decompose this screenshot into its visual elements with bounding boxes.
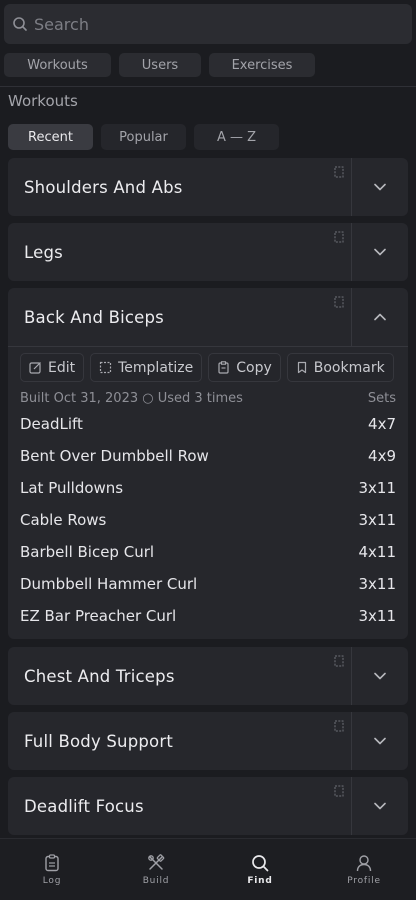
chevron-down-icon — [374, 672, 386, 680]
copy-label: Copy — [236, 359, 272, 376]
workout-title: Legs — [24, 242, 63, 262]
exercise-name: Barbell Bicep Curl — [20, 543, 155, 561]
tab-a-z[interactable]: A — Z — [194, 124, 279, 150]
workout-title: Back And Biceps — [24, 307, 164, 327]
workout-title: Deadlift Focus — [24, 796, 144, 816]
workout-card[interactable]: Legs — [8, 223, 408, 281]
exercise-name: DeadLift — [20, 415, 83, 433]
exercise-sets: 3x11 — [358, 511, 396, 529]
bookmark-label: Bookmark — [313, 359, 385, 376]
bookmark-icon[interactable] — [334, 655, 344, 667]
bookmark-icon[interactable] — [334, 166, 344, 178]
chevron-down-icon — [374, 248, 386, 256]
expand-button[interactable] — [351, 223, 408, 281]
tab-popular[interactable]: Popular — [101, 124, 186, 150]
search-input[interactable] — [34, 14, 394, 34]
workout-actions: Edit Templatize Copy Bookmark — [8, 347, 408, 382]
exercise-sets: 4x11 — [358, 543, 396, 561]
workout-meta: Built Oct 31, 2023 ○ Used 3 times Sets — [8, 382, 408, 406]
section-title: Workouts — [8, 92, 78, 110]
edit-button[interactable]: Edit — [20, 353, 85, 382]
nav-log[interactable]: Log — [0, 839, 104, 900]
bookmark-icon[interactable] — [334, 720, 344, 732]
templatize-button[interactable]: Templatize — [90, 353, 203, 382]
exercise-row[interactable]: Dumbbell Hammer Curl 3x11 — [8, 568, 408, 600]
exercise-name: Lat Pulldowns — [20, 479, 124, 497]
exercise-sets: 4x7 — [368, 415, 396, 433]
workout-title: Shoulders And Abs — [24, 177, 183, 197]
edit-label: Edit — [48, 359, 76, 376]
exercise-row[interactable]: Barbell Bicep Curl 4x11 — [8, 536, 408, 568]
exercise-name: EZ Bar Preacher Curl — [20, 607, 177, 625]
templatize-label: Templatize — [118, 359, 194, 376]
sort-tabs: Recent Popular A — Z — [8, 124, 279, 150]
sets-header: Sets — [367, 391, 396, 406]
nav-build-label: Build — [142, 875, 170, 886]
filter-users[interactable]: Users — [119, 53, 201, 77]
search-icon — [251, 854, 269, 872]
expand-button[interactable] — [351, 712, 408, 770]
exercise-row[interactable]: Bent Over Dumbbell Row 4x9 — [8, 440, 408, 472]
log-icon — [44, 853, 60, 872]
filter-workouts[interactable]: Workouts — [4, 53, 111, 77]
nav-find[interactable]: Find — [208, 839, 312, 900]
exercise-sets: 4x9 — [368, 447, 396, 465]
expand-button[interactable] — [351, 777, 408, 835]
bookmark-icon[interactable] — [334, 231, 344, 243]
workout-card[interactable]: Chest And Triceps — [8, 647, 408, 705]
build-icon — [147, 853, 165, 872]
nav-profile-label: Profile — [347, 875, 381, 886]
chevron-down-icon — [374, 737, 386, 745]
exercise-row[interactable]: Cable Rows 3x11 — [8, 504, 408, 536]
workout-card[interactable]: Deadlift Focus — [8, 777, 408, 835]
workout-title: Full Body Support — [24, 731, 173, 751]
copy-icon — [217, 361, 230, 374]
search-icon — [12, 16, 28, 32]
exercise-row[interactable]: DeadLift 4x7 — [8, 408, 408, 440]
workout-card[interactable]: Full Body Support — [8, 712, 408, 770]
search-bar[interactable] — [4, 4, 412, 44]
copy-button[interactable]: Copy — [208, 353, 281, 382]
filter-exercises[interactable]: Exercises — [209, 53, 315, 77]
workout-card[interactable]: Shoulders And Abs — [8, 158, 408, 216]
bottom-nav: Log Build Find Profile — [0, 838, 416, 900]
bookmark-icon[interactable] — [334, 296, 344, 308]
exercise-name: Dumbbell Hammer Curl — [20, 575, 198, 593]
bookmark-icon[interactable] — [334, 785, 344, 797]
exercise-row[interactable]: EZ Bar Preacher Curl 3x11 — [8, 600, 408, 632]
search-filter-row: Workouts Users Exercises — [4, 53, 315, 77]
exercise-name: Bent Over Dumbbell Row — [20, 447, 209, 465]
exercise-sets: 3x11 — [358, 479, 396, 497]
expand-button[interactable] — [351, 158, 408, 216]
exercise-row[interactable]: Lat Pulldowns 3x11 — [8, 472, 408, 504]
tab-recent[interactable]: Recent — [8, 124, 93, 150]
collapse-button[interactable] — [351, 288, 408, 346]
chevron-down-icon — [374, 802, 386, 810]
divider — [0, 86, 416, 87]
profile-icon — [356, 854, 372, 872]
bookmark-button[interactable]: Bookmark — [286, 353, 394, 382]
workout-meta-text: Built Oct 31, 2023 ○ Used 3 times — [20, 391, 243, 406]
nav-find-label: Find — [247, 875, 273, 886]
workout-title: Chest And Triceps — [24, 666, 175, 686]
chevron-down-icon — [374, 183, 386, 191]
edit-icon — [29, 361, 42, 374]
nav-profile[interactable]: Profile — [312, 839, 416, 900]
exercise-name: Cable Rows — [20, 511, 107, 529]
workout-card-expanded[interactable]: Back And Biceps Edit Templatize Copy Boo… — [8, 288, 408, 639]
chevron-up-icon — [374, 313, 386, 321]
expand-button[interactable] — [351, 647, 408, 705]
exercise-sets: 3x11 — [358, 607, 396, 625]
exercise-sets: 3x11 — [358, 575, 396, 593]
exercise-list: DeadLift 4x7 Bent Over Dumbbell Row 4x9 La… — [8, 406, 408, 632]
bookmark-icon — [296, 361, 308, 374]
templatize-icon — [99, 361, 112, 374]
nav-log-label: Log — [42, 875, 62, 886]
nav-build[interactable]: Build — [104, 839, 208, 900]
